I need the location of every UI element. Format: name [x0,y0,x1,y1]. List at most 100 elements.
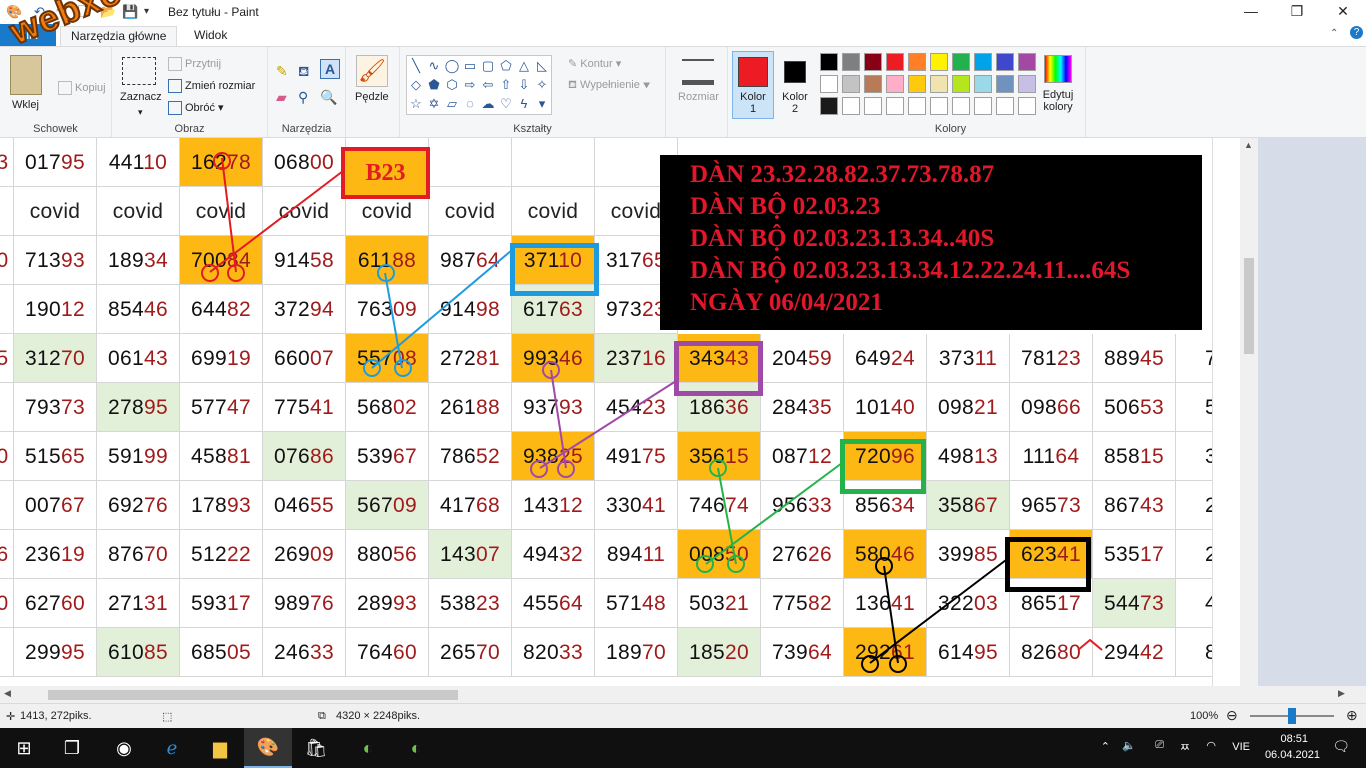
pentagon-shape-icon[interactable]: ⬟ [425,75,443,94]
palette-swatch[interactable] [996,97,1014,115]
lightning-shape-icon[interactable]: ϟ [515,94,533,113]
palette-swatch[interactable] [820,75,838,93]
language-indicator[interactable]: VIE [1232,741,1250,753]
palette-swatch[interactable] [908,75,926,93]
brush-icon[interactable]: 🖌 [356,55,388,87]
zoom-slider-thumb[interactable] [1288,708,1296,724]
palette-swatch[interactable] [996,75,1014,93]
palette-swatch[interactable] [820,53,838,71]
palette-swatch[interactable] [842,75,860,93]
select-button[interactable]: Zaznacz [120,91,162,103]
palette-swatch[interactable] [952,97,970,115]
horizontal-scrollbar[interactable]: ◀ ▶ [0,686,1366,703]
magnifier-icon[interactable]: 🔍 [320,89,337,106]
palette-swatch[interactable] [908,53,926,71]
size-button[interactable]: Rozmiar [678,91,719,103]
five-star-shape-icon[interactable]: ☆ [407,94,425,113]
palette-swatch[interactable] [886,97,904,115]
close-button[interactable]: ✕ [1320,0,1366,24]
edit-colors-icon[interactable] [1044,55,1072,83]
input-method-icon[interactable]: ㅉ [1180,739,1190,755]
palette-swatch[interactable] [908,97,926,115]
paint-taskbar-icon[interactable]: 🎨 [244,728,292,768]
right-triangle-shape-icon[interactable]: ◺ [533,56,551,75]
rounded-rectangle-shape-icon[interactable]: ▢ [479,56,497,75]
task-view-icon[interactable]: ❐ [48,728,96,768]
callout-cloud-shape-icon[interactable]: ☁ [479,94,497,113]
lottery-sheet-image[interactable]: 01795 44110 16278 06800 3 covid covid covid covi… [0,138,1212,686]
zoom-out-button[interactable]: ⊖ [1226,707,1238,724]
wifi-icon[interactable]: ◠ [1206,739,1216,752]
select-dropdown-icon[interactable]: ▾ [138,107,143,118]
curve-shape-icon[interactable]: ∿ [425,56,443,75]
minimize-button[interactable]: — [1228,0,1274,24]
color-picker-icon[interactable]: ⚲ [298,89,308,106]
text-tool-icon[interactable]: A [320,59,340,79]
palette-swatch[interactable] [864,53,882,71]
up-arrow-shape-icon[interactable]: ⇧ [497,75,515,94]
diamond-shape-icon[interactable]: ◇ [407,75,425,94]
collapse-ribbon-icon[interactable]: ⌃ [1330,28,1338,39]
palette-swatch[interactable] [974,97,992,115]
resize-button[interactable]: Zmień rozmiar [168,79,255,93]
right-arrow-shape-icon[interactable]: ⇨ [461,75,479,94]
polygon-shape-icon[interactable]: ⬠ [497,56,515,75]
pencil-icon[interactable]: ✎ [276,63,288,80]
network-icon[interactable]: ⎚ [1155,739,1164,752]
rotate-button[interactable]: Obróć ▾ [168,101,224,116]
store-icon[interactable]: 🛍 [292,728,340,768]
palette-swatch[interactable] [1018,53,1036,71]
scroll-left-icon[interactable]: ◀ [4,688,11,699]
tab-view[interactable]: Widok [184,26,237,46]
four-star-shape-icon[interactable]: ✧ [533,75,551,94]
edit-colors-button[interactable]: Edytuj kolory [1038,89,1078,113]
palette-swatch[interactable] [930,97,948,115]
palette-swatch[interactable] [886,53,904,71]
palette-swatch[interactable] [930,53,948,71]
palette-swatch[interactable] [974,75,992,93]
hexagon-shape-icon[interactable]: ⬡ [443,75,461,94]
paste-icon[interactable] [10,55,42,95]
windows-start-icon[interactable]: ⊞ [0,728,48,768]
crop-button[interactable]: Przytnij [168,57,221,71]
vertical-scrollbar[interactable]: ▲ [1240,138,1258,686]
six-star-shape-icon[interactable]: ✡ [425,94,443,113]
palette-swatch[interactable] [842,97,860,115]
app-icon-3[interactable]: ◐ [392,728,440,768]
palette-swatch[interactable] [864,75,882,93]
palette-swatch[interactable] [820,97,838,115]
tray-expand-icon[interactable]: ⌃ [1101,740,1110,753]
paste-button[interactable]: Wklej [12,99,39,111]
more-shapes-icon[interactable]: ▾ [533,94,551,113]
rectangle-shape-icon[interactable]: ▭ [461,56,479,75]
edge-browser-icon[interactable]: ℯ [148,728,196,768]
palette-swatch[interactable] [952,75,970,93]
zoom-in-button[interactable]: ⊕ [1346,707,1358,724]
callout-rect-shape-icon[interactable]: ▱ [443,94,461,113]
oval-shape-icon[interactable]: ◯ [443,56,461,75]
palette-swatch[interactable] [886,75,904,93]
clock-date[interactable]: 06.04.2021 [1265,749,1320,761]
size-icon[interactable] [682,59,714,85]
eraser-icon[interactable]: ▰ [276,89,287,106]
down-arrow-shape-icon[interactable]: ⇩ [515,75,533,94]
palette-swatch[interactable] [996,53,1014,71]
palette-swatch[interactable] [974,53,992,71]
triangle-shape-icon[interactable]: △ [515,56,533,75]
callout-oval-shape-icon[interactable]: ◌ [461,94,479,113]
heart-shape-icon[interactable]: ♡ [497,94,515,113]
help-icon[interactable]: ? [1350,26,1363,39]
palette-swatch[interactable] [930,75,948,93]
scroll-up-icon[interactable]: ▲ [1244,140,1253,150]
file-explorer-icon[interactable]: ▆ [196,728,244,768]
volume-icon[interactable]: 🔈 [1122,739,1136,752]
outline-button[interactable]: ✎ Kontur ▾ [568,57,621,70]
maximize-button[interactable]: ❐ [1274,0,1320,24]
canvas-area[interactable]: 01795 44110 16278 06800 3 covid covid covid covi… [0,138,1366,686]
copy-button[interactable]: Kopiuj [58,81,106,95]
app-icon-2[interactable]: ◐ [344,728,392,768]
palette-swatch[interactable] [842,53,860,71]
notifications-icon[interactable]: 🗨 [1332,738,1350,755]
app-icon-1[interactable]: ◉ [100,728,148,768]
select-icon[interactable] [122,57,156,85]
